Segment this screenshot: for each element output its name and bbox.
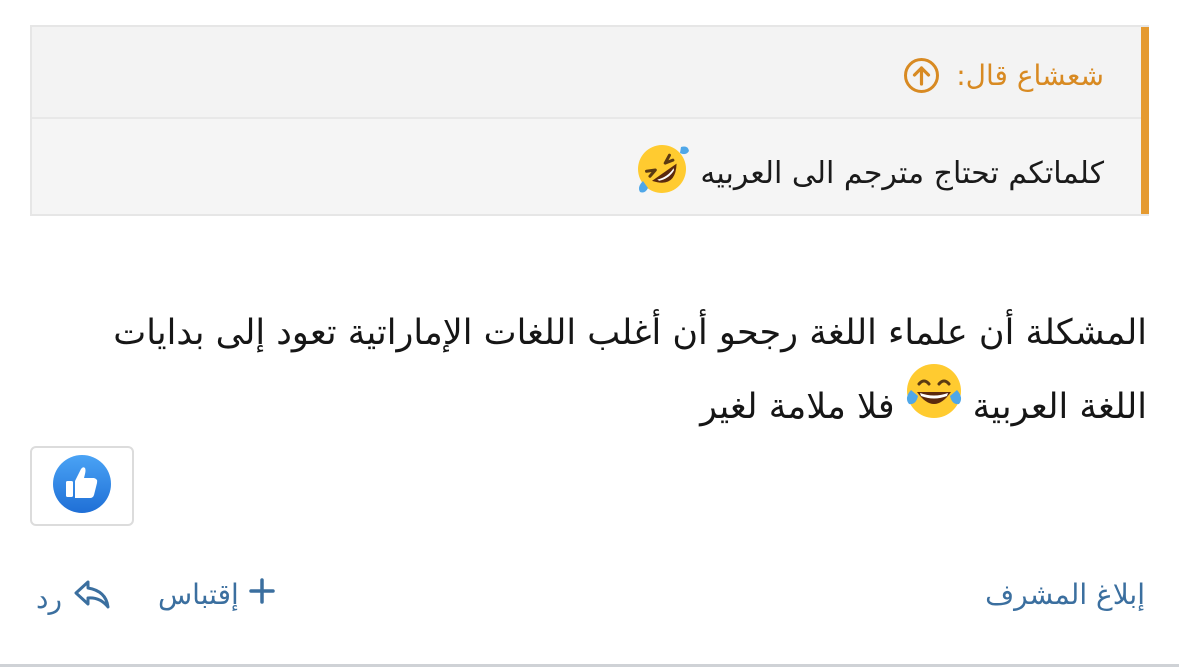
report-label: إبلاغ المشرف xyxy=(985,578,1145,611)
reply-label: رد xyxy=(36,582,62,615)
post-text: المشكلة أن علماء اللغة رجحو أن أغلب اللغ… xyxy=(113,313,1147,427)
post-text-end: فلا ملامة لغير xyxy=(700,387,895,427)
post-content: المشكلة أن علماء اللغة رجحو أن أغلب اللغ… xyxy=(60,300,1147,450)
report-to-moderator-link[interactable]: إبلاغ المشرف xyxy=(985,578,1145,611)
post-divider xyxy=(0,664,1179,667)
quote-author-link[interactable]: شعشاع قال: xyxy=(903,57,1104,94)
thumbs-up-icon xyxy=(52,454,112,518)
quote-body: كلماتكم تحتاج مترجم الى العربيه xyxy=(32,119,1141,214)
arrow-up-circle-icon[interactable] xyxy=(903,57,940,94)
reply-arrow-icon xyxy=(72,578,112,619)
quote-accent-bar xyxy=(1141,27,1149,214)
reply-button[interactable]: رد xyxy=(36,578,112,619)
quote-text: كلماتكم تحتاج مترجم الى العربيه xyxy=(700,155,1104,191)
like-reaction-button[interactable] xyxy=(30,446,134,526)
post-actions: رد إقتباس إبلاغ المشرف xyxy=(0,578,1179,626)
plus-icon xyxy=(249,578,275,611)
quote-author: شعشاع قال: xyxy=(956,59,1104,92)
quote-header: شعشاع قال: xyxy=(32,27,1141,119)
rolling-on-floor-laughing-emoji xyxy=(634,141,690,205)
quote-button[interactable]: إقتباس xyxy=(158,578,275,611)
quote-content: كلماتكم تحتاج مترجم الى العربيه xyxy=(634,141,1104,205)
face-with-tears-of-joy-emoji xyxy=(903,360,965,444)
quote-label: إقتباس xyxy=(158,578,239,611)
quote-block: شعشاع قال: كلماتكم تحتاج مترجم الى العرب… xyxy=(30,25,1149,216)
